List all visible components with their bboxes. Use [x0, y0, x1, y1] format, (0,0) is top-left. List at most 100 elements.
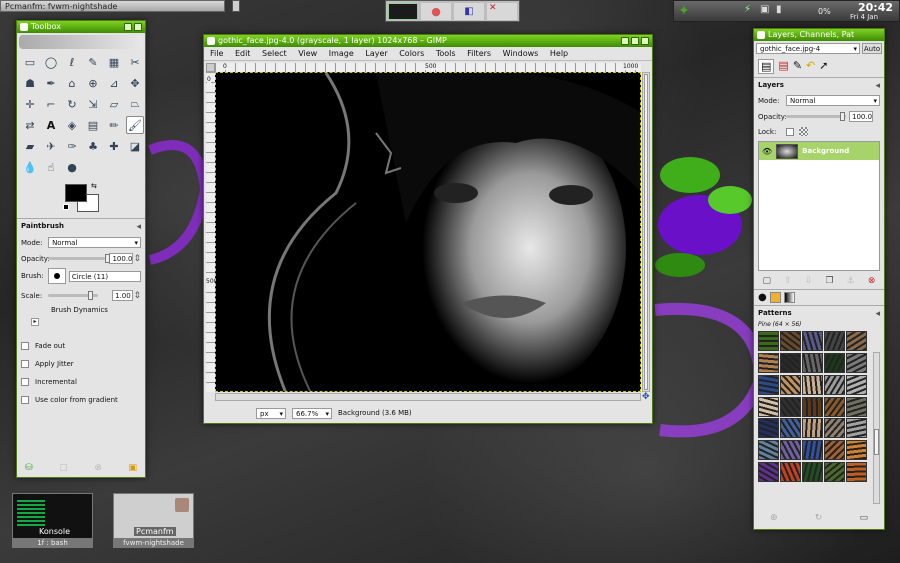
pattern-swatch[interactable] — [758, 331, 779, 351]
pattern-swatch[interactable] — [824, 462, 845, 483]
window-menu-icon[interactable] — [757, 31, 765, 39]
pattern-swatch[interactable] — [780, 396, 801, 417]
foreground-select-icon[interactable]: ☗ — [21, 74, 39, 92]
minimize-icon[interactable] — [124, 23, 132, 31]
desktop-pager[interactable] — [232, 0, 240, 12]
pattern-swatch[interactable] — [780, 374, 801, 395]
airbrush-icon[interactable]: ✈ — [42, 137, 60, 155]
ruler-corner[interactable] — [206, 63, 215, 72]
ink-icon[interactable]: ✑ — [63, 137, 81, 155]
image-canvas[interactable] — [215, 72, 641, 392]
anchor-layer-icon[interactable]: ⚓ — [847, 276, 855, 286]
align-icon[interactable]: ✛ — [21, 95, 39, 113]
eraser-icon[interactable]: ▰ — [21, 137, 39, 155]
refresh-pattern-icon[interactable]: ↻ — [815, 513, 823, 523]
pattern-swatch[interactable] — [824, 352, 845, 373]
move-icon[interactable]: ✥ — [126, 74, 144, 92]
app-launcher-icon[interactable]: ◧ — [454, 3, 484, 20]
network-icon[interactable]: ▣ — [760, 4, 769, 15]
smudge-icon[interactable]: ☝ — [42, 158, 60, 176]
close-launcher-icon[interactable]: ✕ — [487, 3, 517, 20]
paintbrush-icon[interactable]: 🖌 — [126, 116, 144, 134]
menu-view[interactable]: View — [298, 49, 317, 58]
pattern-scrollbar[interactable] — [873, 352, 880, 504]
layer-mode-select[interactable]: Normal — [786, 95, 880, 106]
lower-layer-icon[interactable]: ⇩ — [805, 276, 813, 286]
open-pattern-icon[interactable]: ▭ — [859, 513, 868, 523]
color-gradient-checkbox[interactable] — [21, 396, 29, 404]
menu-tools[interactable]: Tools — [436, 49, 456, 58]
pattern-swatch[interactable] — [802, 331, 823, 351]
pattern-swatch[interactable] — [846, 374, 867, 395]
delete-layer-icon[interactable]: ⊗ — [868, 276, 876, 286]
fvwm-logo-icon[interactable]: ✦ — [678, 3, 690, 19]
lock-pixels-checkbox[interactable] — [786, 127, 794, 136]
shear-icon[interactable]: ▱ — [105, 95, 123, 113]
close-icon[interactable] — [641, 37, 649, 45]
pattern-swatch[interactable] — [802, 462, 823, 483]
color-swatches[interactable]: ⇆ — [63, 182, 145, 216]
taskbar-task-pcmanfm[interactable]: Pcmanfm: fvwm-nightshade — [0, 0, 225, 12]
tab-brushes-icon[interactable]: ● — [758, 292, 767, 303]
perspective-clone-icon[interactable]: ◪ — [126, 137, 144, 155]
terminal-launcher-icon[interactable] — [388, 3, 418, 20]
ellipse-select-icon[interactable]: ◯ — [42, 53, 60, 71]
pattern-swatch[interactable] — [802, 396, 823, 417]
window-menu-icon[interactable] — [20, 23, 28, 31]
text-icon[interactable]: A — [42, 116, 60, 134]
scissors-icon[interactable]: ✂ — [126, 53, 144, 71]
incremental-checkbox[interactable] — [21, 378, 29, 386]
pattern-swatch[interactable] — [824, 374, 845, 395]
tab-patterns-icon[interactable] — [769, 292, 781, 303]
toolbox-titlebar[interactable]: Toolbox — [17, 21, 145, 33]
crop-icon[interactable]: ⌐ — [42, 95, 60, 113]
pattern-swatch[interactable] — [802, 352, 823, 373]
pattern-swatch[interactable] — [846, 331, 867, 351]
pattern-swatch[interactable] — [824, 331, 845, 351]
image-titlebar[interactable]: gothic_face.jpg-4.0 (grayscale, 1 layer)… — [204, 35, 652, 47]
pattern-swatch[interactable] — [802, 440, 823, 461]
restore-options-icon[interactable]: ▢ — [59, 463, 68, 473]
perspective-icon[interactable]: ⏢ — [126, 95, 144, 113]
dodge-burn-icon[interactable]: ● — [63, 158, 81, 176]
menu-layer[interactable]: Layer — [365, 49, 387, 58]
apply-jitter-checkbox[interactable] — [21, 360, 29, 368]
reset-options-icon[interactable]: ▣ — [128, 463, 137, 473]
heal-icon[interactable]: ✚ — [105, 137, 123, 155]
menu-edit[interactable]: Edit — [235, 49, 251, 58]
scale-input[interactable]: 1.00 — [112, 290, 134, 301]
pattern-swatch[interactable] — [780, 352, 801, 373]
delete-options-icon[interactable]: ⊗ — [94, 463, 102, 473]
tab-layers-icon[interactable]: ▤ — [758, 59, 775, 74]
raise-layer-icon[interactable]: ⇧ — [784, 276, 792, 286]
menu-image[interactable]: Image — [329, 49, 354, 58]
pattern-swatch[interactable] — [780, 418, 801, 439]
vertical-scrollbar[interactable] — [642, 72, 650, 392]
konsole-thumbnail[interactable]: Konsole 1f : bash — [12, 493, 93, 549]
auto-button[interactable]: Auto — [862, 43, 882, 54]
blend-icon[interactable]: ▤ — [84, 116, 102, 134]
brush-dynamics-expander-icon[interactable]: ▸ — [31, 318, 39, 326]
rect-select-icon[interactable]: ▭ — [21, 53, 39, 71]
flip-icon[interactable]: ⇄ — [21, 116, 39, 134]
pencil-icon[interactable]: ✏ — [105, 116, 123, 134]
rotate-icon[interactable]: ↻ — [63, 95, 81, 113]
default-colors-icon[interactable] — [63, 204, 69, 210]
ruler-vertical[interactable]: 0 500 — [206, 72, 218, 392]
pattern-swatch[interactable] — [846, 418, 867, 439]
layer-name[interactable]: Background — [802, 147, 849, 155]
horizontal-scrollbar[interactable] — [215, 393, 641, 401]
zoom-select[interactable]: 66.7% — [292, 407, 332, 419]
pattern-swatch[interactable] — [824, 440, 845, 461]
pattern-swatch[interactable] — [780, 331, 801, 351]
firefox-launcher-icon[interactable]: ● — [421, 3, 451, 20]
brush-preview[interactable] — [48, 268, 66, 284]
layer-row-background[interactable]: 👁 Background — [759, 142, 879, 160]
window-menu-icon[interactable] — [207, 37, 215, 45]
measure-icon[interactable]: ⊿ — [105, 74, 123, 92]
pattern-swatch[interactable] — [780, 440, 801, 461]
opacity-input[interactable]: 100.0 — [109, 253, 134, 264]
color-picker-icon[interactable]: ⌂ — [63, 74, 81, 92]
layers-titlebar[interactable]: Layers, Channels, Pat — [754, 29, 884, 41]
new-layer-icon[interactable]: ▢ — [763, 276, 772, 286]
